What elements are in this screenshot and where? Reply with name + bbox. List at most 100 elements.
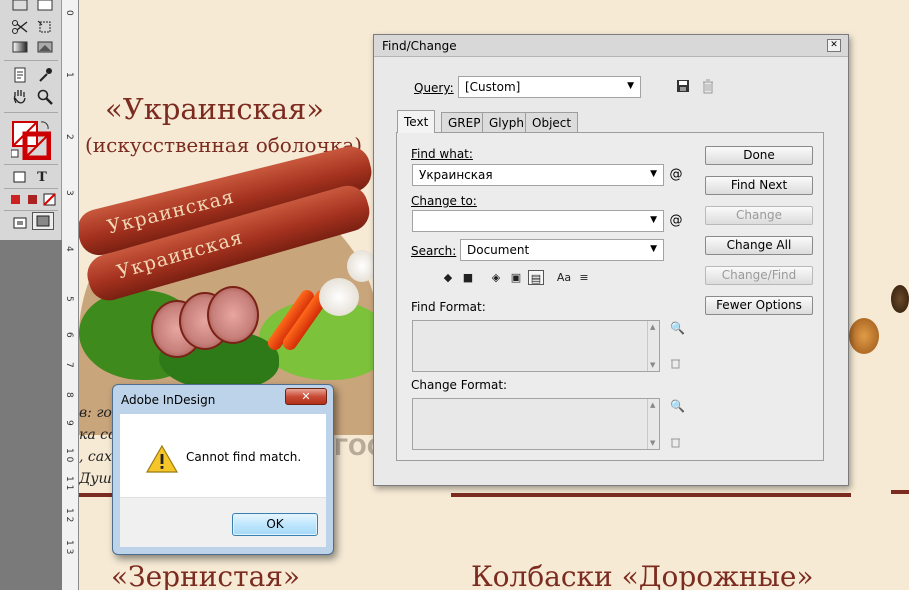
gradient-feather-icon[interactable] — [34, 38, 56, 56]
ruler-number: 9 — [64, 420, 74, 426]
ok-button[interactable]: OK — [232, 513, 318, 536]
free-transform-icon[interactable] — [34, 18, 56, 36]
ruler-number: 5 — [64, 296, 74, 302]
scrollbar[interactable]: ▲ ▼ — [647, 321, 659, 371]
tab-glyph[interactable]: Glyph — [482, 112, 531, 133]
ruler-number: 4 — [64, 246, 74, 252]
scrollbar[interactable]: ▲ ▼ — [647, 399, 659, 449]
sausage-slice — [207, 286, 259, 344]
tools-panel: T — [0, 0, 62, 590]
close-icon[interactable]: ✕ — [285, 388, 327, 405]
hidden-layers-icon[interactable]: ◈ — [488, 270, 504, 285]
change-to-label: Change to: — [411, 194, 477, 208]
apply-none-icon[interactable] — [39, 190, 61, 208]
ruler-number: 1 0 — [64, 448, 74, 463]
chevron-down-icon: ▼ — [650, 244, 657, 254]
ruler-number: 1 3 — [64, 540, 74, 555]
save-query-icon[interactable] — [676, 79, 690, 93]
tab-text[interactable]: Text — [397, 110, 436, 133]
fewer-options-button[interactable]: Fewer Options — [705, 296, 813, 315]
trash-icon[interactable] — [670, 436, 681, 448]
find-format-label: Find Format: — [411, 300, 486, 314]
vertical-ruler: 0 1 2 3 4 5 6 7 8 9 1 0 1 1 1 2 1 3 — [62, 0, 79, 590]
find-what-label-text: Find what: — [411, 147, 473, 161]
gradient-icon[interactable] — [9, 38, 31, 56]
format-icon[interactable]: 🔍 — [670, 321, 685, 335]
zoom-icon[interactable] — [34, 88, 56, 106]
special-chars-icon[interactable]: @ — [668, 165, 684, 185]
tab-object[interactable]: Object — [525, 112, 579, 133]
rectangle-frame-icon[interactable] — [9, 0, 31, 14]
find-what-field[interactable]: Украинская ▼ — [412, 164, 664, 186]
find-change-titlebar[interactable]: Find/Change ✕ — [374, 35, 848, 57]
heading-zernistaya: «Зернистая» — [111, 560, 301, 590]
change-all-button[interactable]: Change All — [705, 236, 813, 255]
master-pages-icon[interactable]: ▣ — [508, 270, 524, 285]
heading-kolbaski: Колбаски «Дорожные» — [471, 560, 814, 590]
locked-layers-icon[interactable]: ◆ — [440, 270, 456, 285]
chevron-down-icon: ▼ — [627, 81, 634, 91]
tab-grep[interactable]: GREP — [441, 112, 488, 133]
ruler-number: 1 1 — [64, 476, 74, 491]
whole-word-icon[interactable]: ≡ — [576, 270, 592, 285]
change-find-button[interactable]: Change/Find — [705, 266, 813, 285]
formatting-container-icon[interactable] — [9, 168, 31, 186]
alert-message: Cannot find match. — [186, 450, 302, 464]
garlic-bulb — [319, 278, 359, 316]
ruler-number: 2 — [64, 134, 74, 140]
divider-rule — [451, 493, 851, 497]
tools-separator — [4, 210, 58, 211]
note-icon[interactable] — [9, 66, 31, 84]
rectangle-icon[interactable] — [34, 0, 56, 14]
delete-query-icon[interactable] — [702, 79, 714, 94]
format-icon[interactable]: 🔍 — [670, 399, 685, 413]
fill-stroke-icon[interactable] — [11, 120, 51, 160]
formatting-text-icon[interactable]: T — [31, 168, 53, 186]
query-label-text: Query: — [414, 81, 454, 95]
special-chars-icon[interactable]: @ — [668, 211, 684, 231]
tools-separator — [4, 60, 58, 61]
find-change-dialog: Find/Change ✕ Query: [Custom] ▼ Text GRE… — [373, 34, 849, 486]
change-to-label-text: Change to: — [411, 194, 477, 208]
footnotes-icon[interactable]: ▤ — [528, 270, 544, 285]
find-what-label: Find what: — [411, 147, 473, 161]
ruler-number: 3 — [64, 190, 74, 196]
trash-icon[interactable] — [670, 357, 681, 369]
search-label-text: Search: — [411, 244, 457, 258]
query-select[interactable]: [Custom] ▼ — [458, 76, 641, 98]
ruler-number: 6 — [64, 332, 74, 338]
change-to-field[interactable]: ▼ — [412, 210, 664, 232]
change-button[interactable]: Change — [705, 206, 813, 225]
case-sensitive-icon[interactable]: Aa — [556, 270, 572, 285]
change-format-box[interactable]: ▲ ▼ — [412, 398, 660, 450]
ruler-number: 8 — [64, 392, 74, 398]
tools-separator — [4, 164, 58, 165]
query-label: Query: — [414, 81, 454, 95]
tools-separator — [4, 112, 58, 113]
ruler-number: 7 — [64, 362, 74, 368]
ruler-number: 1 — [64, 72, 74, 78]
alert-content: Cannot find match. — [120, 414, 326, 497]
scissors-icon[interactable] — [9, 18, 31, 36]
hand-icon[interactable] — [9, 88, 31, 106]
preview-view-icon[interactable] — [32, 212, 54, 230]
heading-ukrainskaya: «Украинская» — [105, 92, 325, 126]
search-scope-select[interactable]: Document ▼ — [460, 239, 664, 261]
eyedropper-icon[interactable] — [34, 66, 56, 84]
search-label: Search: — [411, 244, 456, 258]
chevron-down-icon: ▼ — [650, 215, 657, 225]
alert-title: Adobe InDesign — [121, 393, 216, 407]
divider-rule — [79, 493, 112, 497]
normal-view-icon[interactable] — [9, 214, 31, 232]
warning-icon — [145, 444, 179, 473]
alert-dialog: Adobe InDesign ✕ Cannot find match. OK — [112, 384, 334, 555]
locked-stories-icon[interactable]: ■ — [460, 270, 476, 285]
find-format-box[interactable]: ▲ ▼ — [412, 320, 660, 372]
nut-image — [891, 285, 909, 313]
close-icon[interactable]: ✕ — [827, 39, 841, 52]
done-button[interactable]: Done — [705, 146, 813, 165]
tools-separator — [4, 188, 58, 189]
change-format-label: Change Format: — [411, 378, 508, 392]
divider-rule — [891, 490, 909, 494]
find-next-button[interactable]: Find Next — [705, 176, 813, 195]
